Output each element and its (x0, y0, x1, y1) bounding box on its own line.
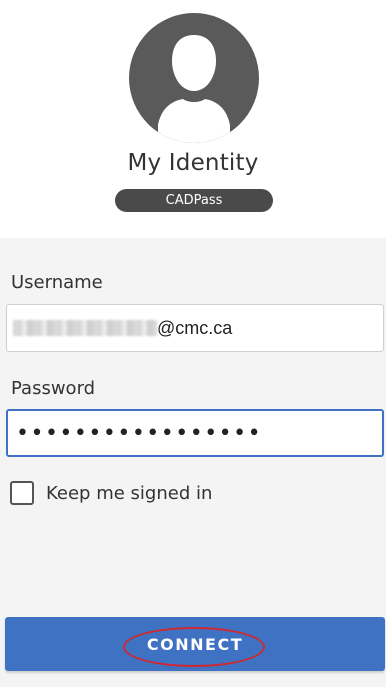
connect-button[interactable]: CONNECT (5, 617, 385, 671)
user-silhouette-icon (129, 13, 259, 143)
identity-badge: CADPass (115, 189, 273, 212)
password-input[interactable]: ••••••••••••••••• (6, 409, 384, 457)
username-input[interactable]: @cmc.ca (6, 304, 384, 352)
remember-me[interactable]: Keep me signed in (10, 481, 212, 505)
password-label: Password (11, 378, 96, 399)
username-masked-text (13, 320, 157, 336)
remember-me-label[interactable]: Keep me signed in (46, 483, 212, 504)
remember-me-checkbox[interactable] (10, 481, 34, 505)
username-domain-text: @cmc.ca (157, 317, 233, 338)
connect-button-label[interactable]: CONNECT (147, 635, 243, 654)
username-label: Username (11, 272, 103, 293)
login-page: My Identity CADPass Username @cmc.ca Pas… (0, 0, 386, 687)
identity-title: My Identity (127, 150, 259, 176)
password-masked-value: ••••••••••••••••• (16, 420, 263, 446)
